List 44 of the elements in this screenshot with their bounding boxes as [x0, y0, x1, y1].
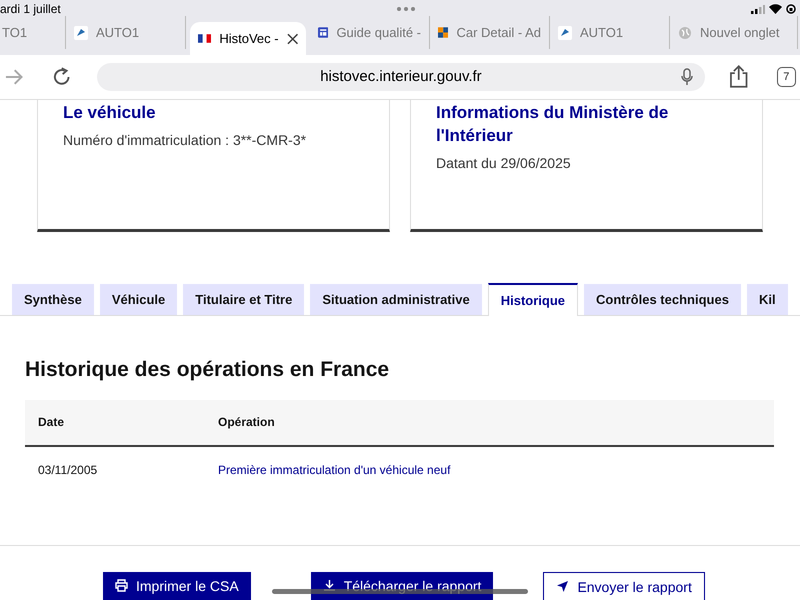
flag-icon: [198, 34, 212, 43]
tab-count-button[interactable]: 7: [776, 67, 796, 87]
column-header: Opération: [217, 414, 276, 431]
browser-tab[interactable]: AUTO1: [66, 16, 186, 49]
microphone-icon[interactable]: [681, 68, 694, 86]
tab[interactable]: Situation administrative: [310, 284, 482, 315]
signal-icon: [750, 4, 765, 14]
browser-tab[interactable]: Car Detail - Ad: [430, 16, 550, 49]
app-icon: [558, 26, 572, 40]
browser-tab[interactable]: TO1: [0, 16, 66, 49]
close-icon[interactable]: [286, 32, 298, 44]
squares-icon: [438, 25, 448, 40]
card-text: Datant du 29/06/2025: [436, 154, 572, 173]
tab[interactable]: Historique: [488, 283, 578, 316]
printer-icon: [115, 579, 128, 592]
card-title: Informations du Ministère de l'Intérieur: [436, 102, 670, 147]
share-icon[interactable]: [729, 65, 748, 89]
layout-icon: [318, 25, 328, 40]
more-dots-icon: [396, 7, 415, 11]
tab[interactable]: Contrôles techniques: [584, 284, 741, 315]
wifi-icon: [768, 4, 782, 14]
tab[interactable]: Synthèse: [12, 284, 94, 315]
app-icon: [74, 26, 88, 40]
card-text: Numéro d'immatriculation : 3**-CMR-3*: [63, 131, 308, 150]
globe-icon: [678, 26, 692, 40]
browser-tab[interactable]: Nouvel onglet: [670, 16, 798, 49]
browser-tab[interactable]: AUTO1: [550, 16, 670, 49]
address-bar[interactable]: histovec.interieur.gouv.fr: [96, 63, 706, 91]
section-title: Historique des opérations en France: [25, 357, 390, 383]
status-date: ardi 1 juillet: [0, 1, 61, 18]
browser-tab[interactable]: Guide qualité -: [310, 16, 430, 49]
url-text: histovec.interieur.gouv.fr: [320, 66, 482, 87]
tab[interactable]: Titulaire et Titre: [183, 284, 304, 315]
tab[interactable]: Véhicule: [100, 284, 178, 315]
browser-tab[interactable]: HistoVec -: [190, 22, 306, 55]
operation-link[interactable]: Première immatriculation d'un véhicule neuf: [218, 463, 450, 477]
action-button[interactable]: Envoyer le rapport: [543, 572, 705, 600]
action-button[interactable]: Imprimer le CSA: [103, 572, 251, 600]
card-title: Le véhicule: [63, 102, 157, 124]
send-icon: [556, 580, 570, 593]
tab[interactable]: Kil: [746, 284, 788, 315]
lock-rotation-icon: [786, 4, 796, 14]
table-cell: 03/11/2005: [38, 463, 98, 477]
column-header: Date: [37, 414, 66, 431]
